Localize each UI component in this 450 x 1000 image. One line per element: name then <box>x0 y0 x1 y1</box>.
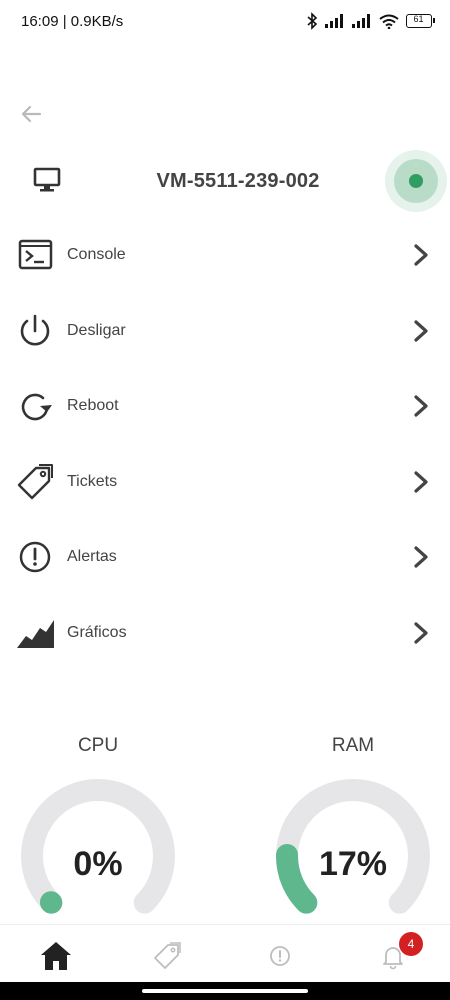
arrow-left-icon <box>21 105 42 123</box>
nav-tickets[interactable] <box>112 925 224 983</box>
menu-label: Reboot <box>67 397 119 415</box>
home-indicator[interactable] <box>142 989 308 993</box>
chevron-right-icon <box>414 622 428 644</box>
status-bar: 16:09 | 0.9KB/s 61 <box>0 0 450 44</box>
area-chart-icon <box>16 614 54 652</box>
home-icon <box>41 942 71 970</box>
gauge-title: CPU <box>77 735 119 756</box>
ram-gauge: RAM 17% <box>268 735 438 914</box>
power-icon <box>16 312 54 350</box>
chevron-right-icon <box>414 471 428 493</box>
gauge-title: RAM <box>331 735 375 756</box>
status-icons: 61 <box>306 12 435 30</box>
cpu-gauge-arc <box>21 779 175 914</box>
chevron-right-icon <box>414 244 428 266</box>
battery-icon: 61 <box>406 14 435 28</box>
ram-gauge-arc <box>276 779 430 914</box>
menu-label: Gráficos <box>67 623 127 641</box>
back-button[interactable] <box>18 100 46 128</box>
vm-name: VM-5511-239-002 <box>156 170 320 192</box>
nav-home[interactable] <box>0 925 112 983</box>
status-time: 16:09 | 0.9KB/s <box>21 13 124 30</box>
menu-item-reboot[interactable]: Reboot <box>0 368 450 444</box>
nav-notifications[interactable] <box>338 925 450 983</box>
menu-item-graficos[interactable]: Gráficos <box>0 595 450 671</box>
chevron-right-icon <box>414 319 428 342</box>
ticket-icon <box>16 463 54 501</box>
chevron-right-icon <box>414 546 428 568</box>
menu-item-desligar[interactable]: Desligar <box>0 293 450 369</box>
battery-level: 61 <box>413 14 424 24</box>
menu-item-console[interactable]: Console <box>0 217 450 293</box>
menu-label: Tickets <box>67 472 118 490</box>
status-dot-core <box>409 174 423 188</box>
signal-icon <box>325 14 343 28</box>
ticket-icon <box>154 942 181 969</box>
notification-badge: 4 <box>399 932 423 956</box>
nav-alerts[interactable] <box>225 925 337 983</box>
action-menu: Console Desligar Reboot Tickets Alertas … <box>0 217 450 671</box>
bottom-nav <box>0 924 450 982</box>
wifi-icon <box>379 14 399 29</box>
chevron-right-icon <box>414 395 428 417</box>
reboot-icon <box>16 387 54 425</box>
gauge-value: 17% <box>318 845 388 883</box>
alert-icon <box>270 946 290 966</box>
system-gesture-bar <box>0 982 450 1000</box>
signal-icon-2 <box>352 14 370 28</box>
vm-header: VM-5511-239-002 <box>0 150 450 212</box>
bluetooth-icon <box>307 12 318 30</box>
menu-item-alertas[interactable]: Alertas <box>0 519 450 595</box>
cpu-gauge: CPU 0% <box>13 735 183 914</box>
menu-label: Alertas <box>67 548 117 566</box>
status-indicator <box>385 150 447 212</box>
terminal-icon <box>16 236 54 274</box>
menu-label: Console <box>67 246 126 263</box>
alert-icon <box>16 538 54 576</box>
gauge-value: 0% <box>73 845 123 883</box>
menu-label: Desligar <box>67 321 126 339</box>
menu-item-tickets[interactable]: Tickets <box>0 444 450 520</box>
